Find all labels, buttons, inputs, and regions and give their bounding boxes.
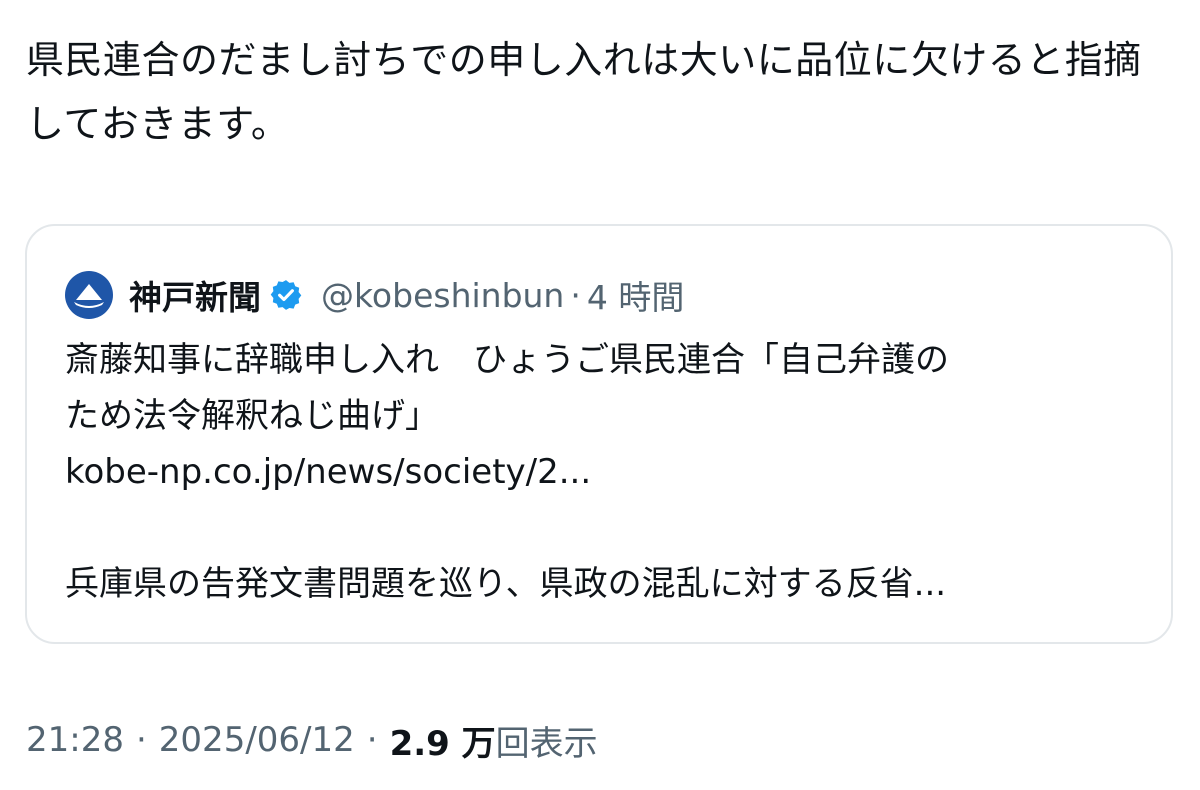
views-count: 2.9 万 [389, 723, 496, 764]
header-separator: · [570, 275, 581, 315]
tweet-text: 県民連合のだまし討ちでの申し入れは大いに品位に欠けると指摘しておきます。 [26, 38, 1142, 146]
quoted-tweet-card[interactable]: 神戸新聞 @kobeshinbun · 4 時間 斎藤知事に辞職申し入れ ひょう… [25, 224, 1173, 644]
kobe-shinbun-avatar[interactable] [65, 271, 113, 319]
verified-badge-icon [270, 280, 302, 310]
tweet-footer: 21:28 · 2025/06/12 · 2.9 万 回表示 [26, 712, 598, 768]
quoted-headline-line-1: 斎藤知事に辞職申し入れ ひょうご県民連合「自己弁護の [65, 340, 949, 380]
quoted-author-name[interactable]: 神戸新聞 [129, 271, 261, 319]
quoted-author-handle[interactable]: @kobeshinbun [321, 276, 564, 315]
quoted-headline-line-2: ため法令解釈ねじ曲げ」 [65, 396, 439, 436]
quoted-tweet-header: 神戸新聞 @kobeshinbun · 4 時間 [65, 270, 684, 320]
quoted-summary: 兵庫県の告発文書問題を巡り、県政の混乱に対する反省... [65, 564, 947, 604]
quoted-link[interactable]: kobe-np.co.jp/news/society/2... [65, 444, 1145, 500]
footer-separator-2: · [366, 720, 378, 760]
quoted-body-spacer [65, 500, 1145, 556]
quoted-tweet-body: 斎藤知事に辞職申し入れ ひょうご県民連合「自己弁護の ため法令解釈ねじ曲げ」 k… [65, 332, 1145, 612]
ship-logo-icon [74, 284, 104, 308]
views-label: 回表示 [495, 723, 598, 764]
tweet-time[interactable]: 21:28 [26, 720, 124, 760]
footer-separator-1: · [135, 720, 147, 760]
quoted-tweet-time[interactable]: 4 時間 [587, 271, 685, 319]
tweet-date[interactable]: 2025/06/12 [159, 720, 355, 760]
